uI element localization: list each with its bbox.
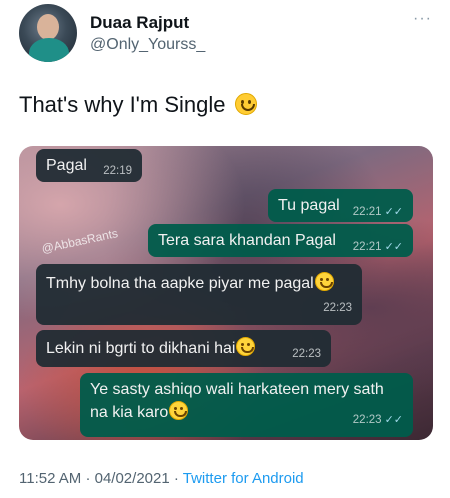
more-options-icon[interactable]: ··· <box>413 10 432 28</box>
smiling-face-emoji-icon <box>314 272 334 291</box>
separator: · <box>173 470 179 487</box>
smiling-face-emoji-icon <box>169 401 189 420</box>
chat-message-outgoing: Tu pagal 22:21 ✓✓ <box>268 189 413 222</box>
message-text: na kia karo <box>90 404 169 421</box>
display-name[interactable]: Duaa Rajput <box>90 13 189 33</box>
chat-message-incoming: Lekin ni bgrti to dikhani hai 22:23 <box>36 330 331 367</box>
avatar[interactable] <box>19 4 77 62</box>
chat-message-outgoing: Tera sara khandan Pagal 22:21 ✓✓ <box>148 224 413 257</box>
read-check-icon: ✓✓ <box>384 414 403 426</box>
message-text-line: Ye sasty ashiqo wali harkateen mery sath <box>90 381 384 398</box>
read-check-icon: ✓✓ <box>384 241 403 253</box>
message-text: Tera sara khandan Pagal <box>158 232 336 249</box>
chat-message-outgoing: Ye sasty ashiqo wali harkateen mery sath… <box>80 373 413 437</box>
smiling-face-emoji-icon <box>236 337 256 356</box>
tweet-date[interactable]: 04/02/2021 <box>95 470 170 487</box>
message-time: 22:21 <box>352 206 382 218</box>
tweet-timestamp-row: 11:52 AM · 04/02/2021 · Twitter for Andr… <box>19 470 304 487</box>
message-meta: 22:23 ✓✓ <box>353 408 403 431</box>
tweet-source-link[interactable]: Twitter for Android <box>183 470 304 487</box>
message-text: Tu pagal <box>278 197 340 214</box>
message-meta: 22:21 ✓✓ <box>353 200 403 223</box>
tweet-time[interactable]: 11:52 AM <box>19 470 81 487</box>
message-time: 22:19 <box>103 165 132 177</box>
tweet-text-content: That's why I'm Single <box>19 92 226 117</box>
read-check-icon: ✓✓ <box>384 206 403 218</box>
message-time: 22:23 <box>323 302 352 314</box>
message-meta: 22:21 ✓✓ <box>353 235 403 258</box>
user-handle[interactable]: @Only_Yourss_ <box>90 36 205 54</box>
smiling-face-emoji-icon <box>234 93 257 115</box>
message-time: 22:23 <box>352 414 382 426</box>
tweet-text: That's why I'm Single <box>19 92 257 118</box>
separator: · <box>85 470 91 487</box>
message-text: Tmhy bolna tha aapke piyar me pagal <box>46 275 314 292</box>
message-text: Lekin ni bgrti to dikhani hai <box>46 340 236 357</box>
tweet-card: Duaa Rajput @Only_Yourss_ ··· That's why… <box>0 0 450 498</box>
watermark: @AbbasRants <box>40 226 120 256</box>
message-text: Pagal <box>46 157 87 174</box>
chat-message-incoming: Tmhy bolna tha aapke piyar me pagal 22:2… <box>36 264 362 325</box>
message-time: 22:21 <box>352 241 382 253</box>
tweet-image[interactable]: Pagal 22:19 Tu pagal 22:21 ✓✓ @AbbasRants… <box>19 146 433 440</box>
chat-message-incoming: Pagal 22:19 <box>36 149 142 182</box>
message-time: 22:23 <box>292 348 321 360</box>
